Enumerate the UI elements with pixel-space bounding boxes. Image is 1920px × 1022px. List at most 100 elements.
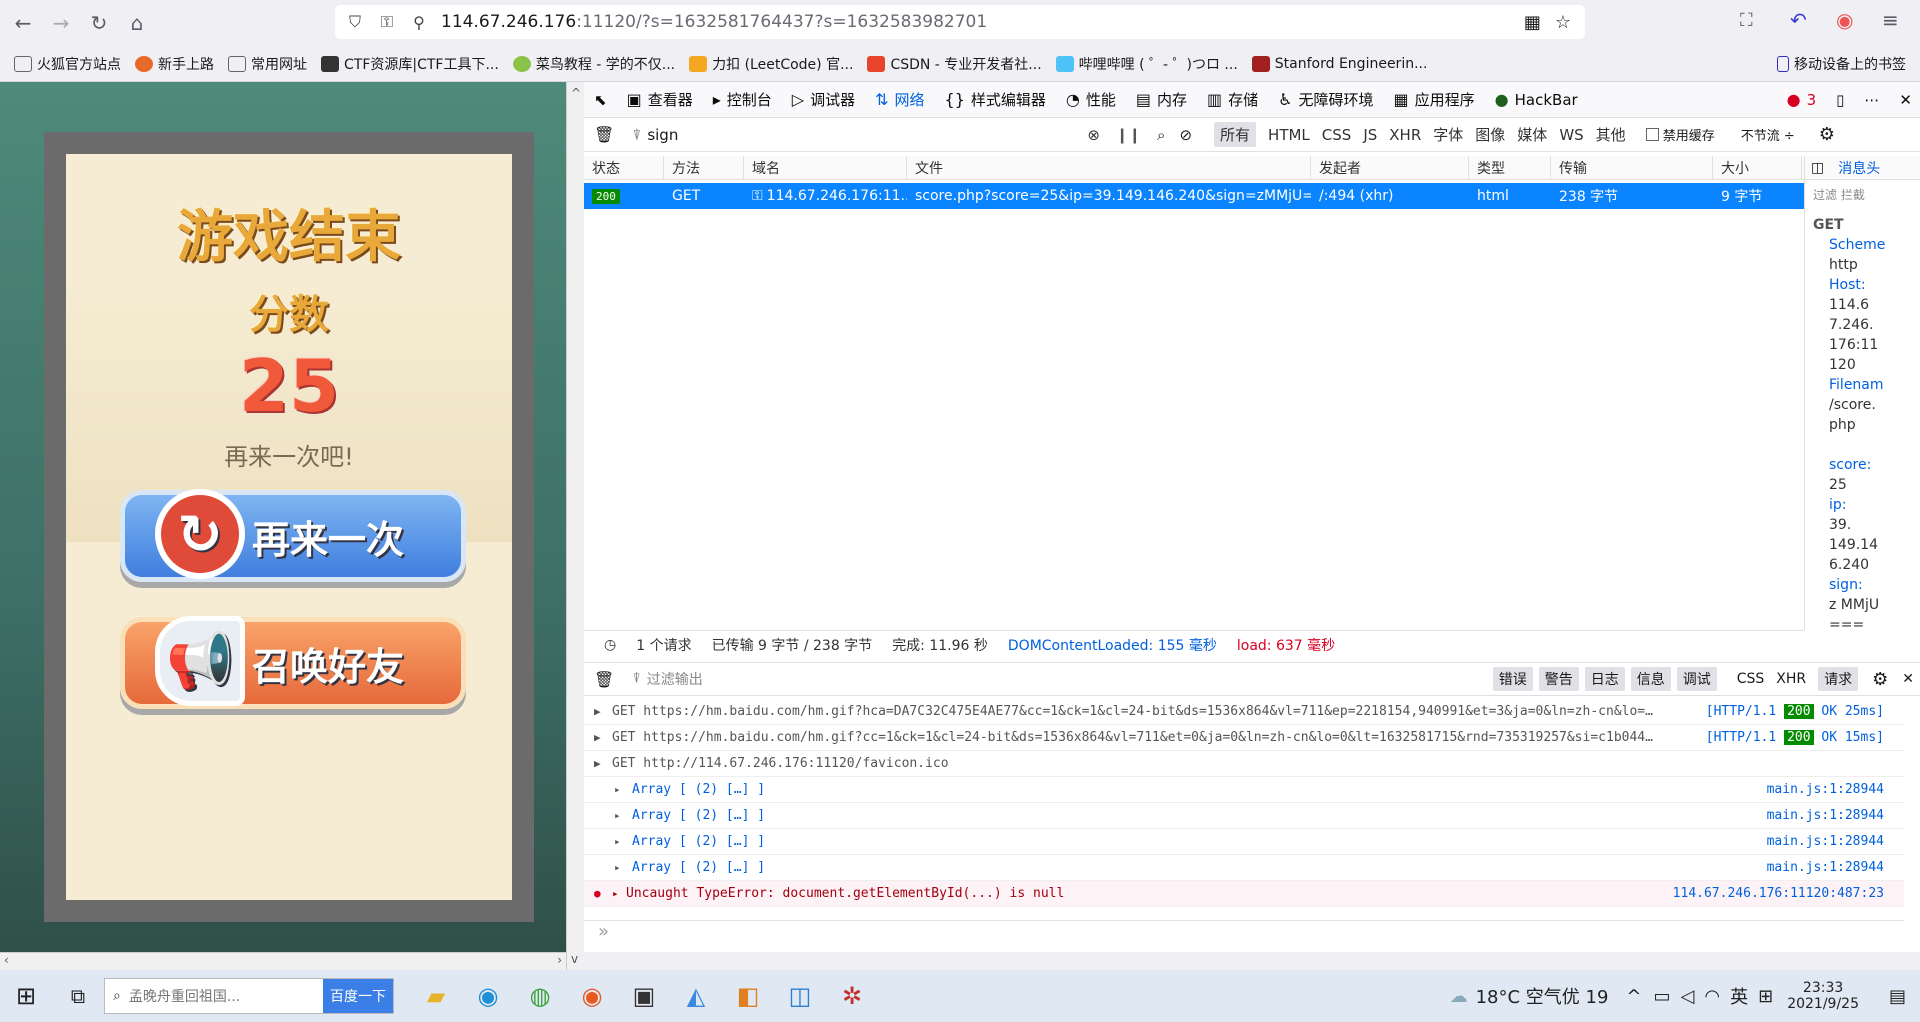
scroll-right-icon[interactable]: › <box>557 953 562 967</box>
tab-performance[interactable]: ◔ 性能 <box>1066 89 1116 110</box>
console-log-entry[interactable]: ▶ GET https://hm.baidu.com/hm.gif?hca=DA… <box>584 699 1904 725</box>
expand-icon[interactable]: ▸ <box>614 861 632 874</box>
close-devtools-icon[interactable]: ✕ <box>1899 91 1912 109</box>
request-method[interactable]: GET <box>1813 215 1912 235</box>
bookmark-item[interactable]: Stanford Engineerin... <box>1251 55 1427 72</box>
url-bar[interactable]: ⛉ ⚿ ⚲ 114.67.246.176:11120/?s=1632581764… <box>335 5 1585 39</box>
task-view-icon[interactable]: ⧉ <box>52 970 104 1022</box>
file-explorer-icon[interactable]: ▰ <box>410 970 462 1022</box>
scroll-down-icon[interactable]: v <box>571 952 578 966</box>
expand-icon[interactable]: ▶ <box>594 705 612 718</box>
green-app-icon[interactable]: ◍ <box>514 970 566 1022</box>
vertical-scrollbar[interactable]: ^ v <box>566 82 584 970</box>
row-initiator[interactable]: /:494 (xhr) <box>1311 183 1469 209</box>
ime-mode-icon[interactable]: ⊞ <box>1758 986 1773 1007</box>
tab-accessibility[interactable]: ♿ 无障碍环境 <box>1278 89 1373 110</box>
headers-filter[interactable]: 过滤 拦截 <box>1805 180 1920 209</box>
log-source[interactable]: main.js:1:28944 <box>1767 782 1884 797</box>
forward-icon[interactable]: → <box>46 8 76 38</box>
log-source[interactable]: main.js:1:28944 <box>1767 834 1884 849</box>
firefox-icon[interactable]: ◉ <box>566 970 618 1022</box>
taskbar-search[interactable]: ⌕ 孟晚舟重回祖国... 百度一下 <box>104 978 394 1014</box>
bookmark-item[interactable]: 菜鸟教程 - 学的不仅... <box>512 54 675 74</box>
tab-style-editor[interactable]: {} 样式编辑器 <box>945 89 1046 110</box>
vmware-icon[interactable]: ◫ <box>774 970 826 1022</box>
menu-icon[interactable]: ≡ <box>1882 8 1899 32</box>
kind-requests[interactable]: 请求 <box>1818 667 1859 691</box>
tab-headers[interactable]: 消息头 <box>1838 158 1880 178</box>
table-row[interactable]: 200 GET ⚿ 114.67.246.176:11... score.php?… <box>584 183 1804 209</box>
col-type[interactable]: 类型 <box>1469 156 1551 179</box>
trash-icon[interactable]: 🗑 <box>594 670 614 689</box>
kind-css[interactable]: CSS <box>1737 671 1765 687</box>
retry-button[interactable]: ↻ 再来一次 <box>120 489 466 582</box>
bookmark-item[interactable]: 新手上路 <box>135 54 214 74</box>
log-source[interactable]: main.js:1:28944 <box>1767 860 1884 875</box>
kind-xhr[interactable]: XHR <box>1776 671 1806 687</box>
close-split-console-icon[interactable]: ✕ <box>1902 671 1914 687</box>
console-log-entry[interactable]: ▸ Array [ (2) […] ] main.js:1:28944 <box>584 803 1904 829</box>
bird-app-icon[interactable]: ◭ <box>670 970 722 1022</box>
bookmark-item[interactable]: CTF资源库|CTF工具下... <box>321 54 499 74</box>
bookmark-item[interactable]: CSDN - 专业开发者社... <box>867 54 1042 74</box>
trash-icon[interactable]: 🗑 <box>594 125 614 144</box>
permissions-icon[interactable]: ⚲ <box>407 13 431 32</box>
log-status[interactable]: [HTTP/1.1 200 OK 15ms] <box>1706 730 1884 745</box>
screenshot-icon[interactable]: ⛶ <box>1740 10 1753 31</box>
edge-icon[interactable]: ◉ <box>462 970 514 1022</box>
filter-images[interactable]: 图像 <box>1475 124 1505 145</box>
console-filter-input[interactable]: 过滤输出 <box>647 669 1487 689</box>
console-settings-icon[interactable]: ⚙ <box>1872 669 1888 690</box>
console-log-entry[interactable]: ▸ Array [ (2) […] ] main.js:1:28944 <box>584 777 1904 803</box>
log-source[interactable]: main.js:1:28944 <box>1767 808 1884 823</box>
block-icon[interactable]: ⊘ <box>1179 126 1192 144</box>
tab-console[interactable]: ▸ 控制台 <box>713 89 772 110</box>
qr-code-icon[interactable]: ▦ <box>1524 12 1541 33</box>
toggle-sidebar-icon[interactable]: ◫ <box>1811 160 1824 176</box>
tab-hackbar[interactable]: ● HackBar <box>1495 90 1578 109</box>
bookmark-item[interactable]: 力扣 (LeetCode) 官... <box>689 54 853 74</box>
filter-css[interactable]: CSS <box>1322 126 1352 144</box>
store-icon[interactable]: ▣ <box>618 970 670 1022</box>
scroll-up-icon[interactable]: ^ <box>571 86 581 100</box>
chevron-up-icon[interactable]: ^ <box>1626 986 1641 1007</box>
invite-friends-button[interactable]: 📢 召唤好友 <box>120 616 466 709</box>
bookmark-item[interactable]: 常用网址 <box>228 54 307 74</box>
console-log-entry[interactable]: ▶ GET http://114.67.246.176:11120/favico… <box>584 751 1904 777</box>
filter-html[interactable]: HTML <box>1268 126 1310 144</box>
filter-all[interactable]: 所有 <box>1214 122 1257 147</box>
clear-filter-icon[interactable]: ⊗ <box>1087 126 1100 144</box>
log-status[interactable]: [HTTP/1.1 200 OK 25ms] <box>1706 704 1884 719</box>
console-input[interactable]: » <box>584 920 1904 952</box>
console-log-entry[interactable]: ▸ Array [ (2) […] ] main.js:1:28944 <box>584 855 1904 881</box>
windows-start-icon[interactable]: ⊞ <box>0 970 52 1022</box>
filter-other[interactable]: 其他 <box>1596 124 1626 145</box>
level-info[interactable]: 信息 <box>1630 667 1671 691</box>
console-error-entry[interactable]: ● ▸ Uncaught TypeError: document.getElem… <box>584 881 1904 907</box>
tab-memory[interactable]: ▤ 内存 <box>1136 89 1187 110</box>
filter-xhr[interactable]: XHR <box>1389 126 1421 144</box>
level-errors[interactable]: 错误 <box>1492 667 1533 691</box>
level-debug[interactable]: 调试 <box>1676 667 1717 691</box>
col-size[interactable]: 大小 <box>1713 156 1802 179</box>
expand-icon[interactable]: ▶ <box>594 757 612 770</box>
more-options-icon[interactable]: ⋯ <box>1864 91 1879 109</box>
dock-icon[interactable]: ▯ <box>1836 91 1844 109</box>
wifi-icon[interactable]: ◠ <box>1704 986 1720 1007</box>
search-input[interactable]: 孟晚舟重回祖国... <box>129 986 240 1006</box>
level-logs[interactable]: 日志 <box>1584 667 1625 691</box>
ime-indicator[interactable]: 英 <box>1730 983 1748 1009</box>
sublime-icon[interactable]: ◧ <box>722 970 774 1022</box>
error-source[interactable]: 114.67.246.176:11120:487:23 <box>1673 886 1884 901</box>
shield-icon[interactable]: ⛉ <box>343 12 367 32</box>
tab-network[interactable]: ⇅ 网络 <box>875 89 924 110</box>
col-method[interactable]: 方法 <box>664 156 744 179</box>
expand-icon[interactable]: ▸ <box>614 809 632 822</box>
throttle-select[interactable]: 不节流 ÷ <box>1741 125 1795 144</box>
clock[interactable]: 23:33 2021/9/25 <box>1787 980 1859 1012</box>
filter-ws[interactable]: WS <box>1559 126 1583 144</box>
expand-icon[interactable]: ▸ <box>614 783 632 796</box>
undo-icon[interactable]: ↶ <box>1790 8 1807 32</box>
tab-storage[interactable]: ▥ 存储 <box>1207 89 1258 110</box>
level-warnings[interactable]: 警告 <box>1538 667 1579 691</box>
